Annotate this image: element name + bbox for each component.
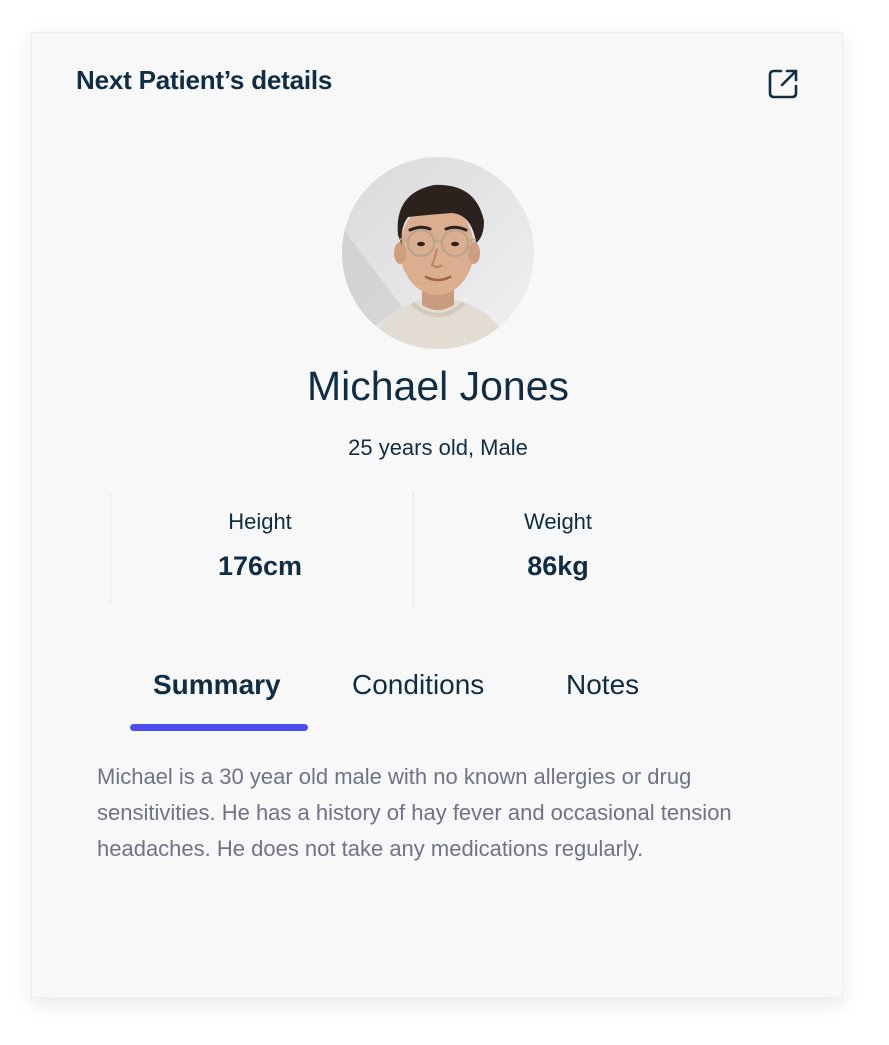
height-stat: Height 176cm [110,509,410,582]
patient-details-card: Next Patient’s details Michael Jones 25 … [31,32,843,998]
active-tab-indicator [130,724,308,731]
weight-label: Weight [523,509,593,534]
tab-notes[interactable]: Notes [566,669,639,701]
patient-name: Michael Jones [306,363,570,409]
patient-age-gender: 25 years old, Male [348,435,528,460]
card-title: Next Patient’s details [76,65,333,95]
weight-stat: Weight 86kg [408,509,708,582]
tab-summary[interactable]: Summary [153,669,281,701]
height-label: Height [228,509,292,534]
weight-value: 86kg [527,551,589,581]
external-link-icon[interactable] [765,66,801,102]
patient-avatar [342,157,534,349]
height-value: 176cm [217,551,303,581]
tab-conditions[interactable]: Conditions [352,669,484,701]
summary-text: Michael is a 30 year old male with no kn… [97,764,732,861]
